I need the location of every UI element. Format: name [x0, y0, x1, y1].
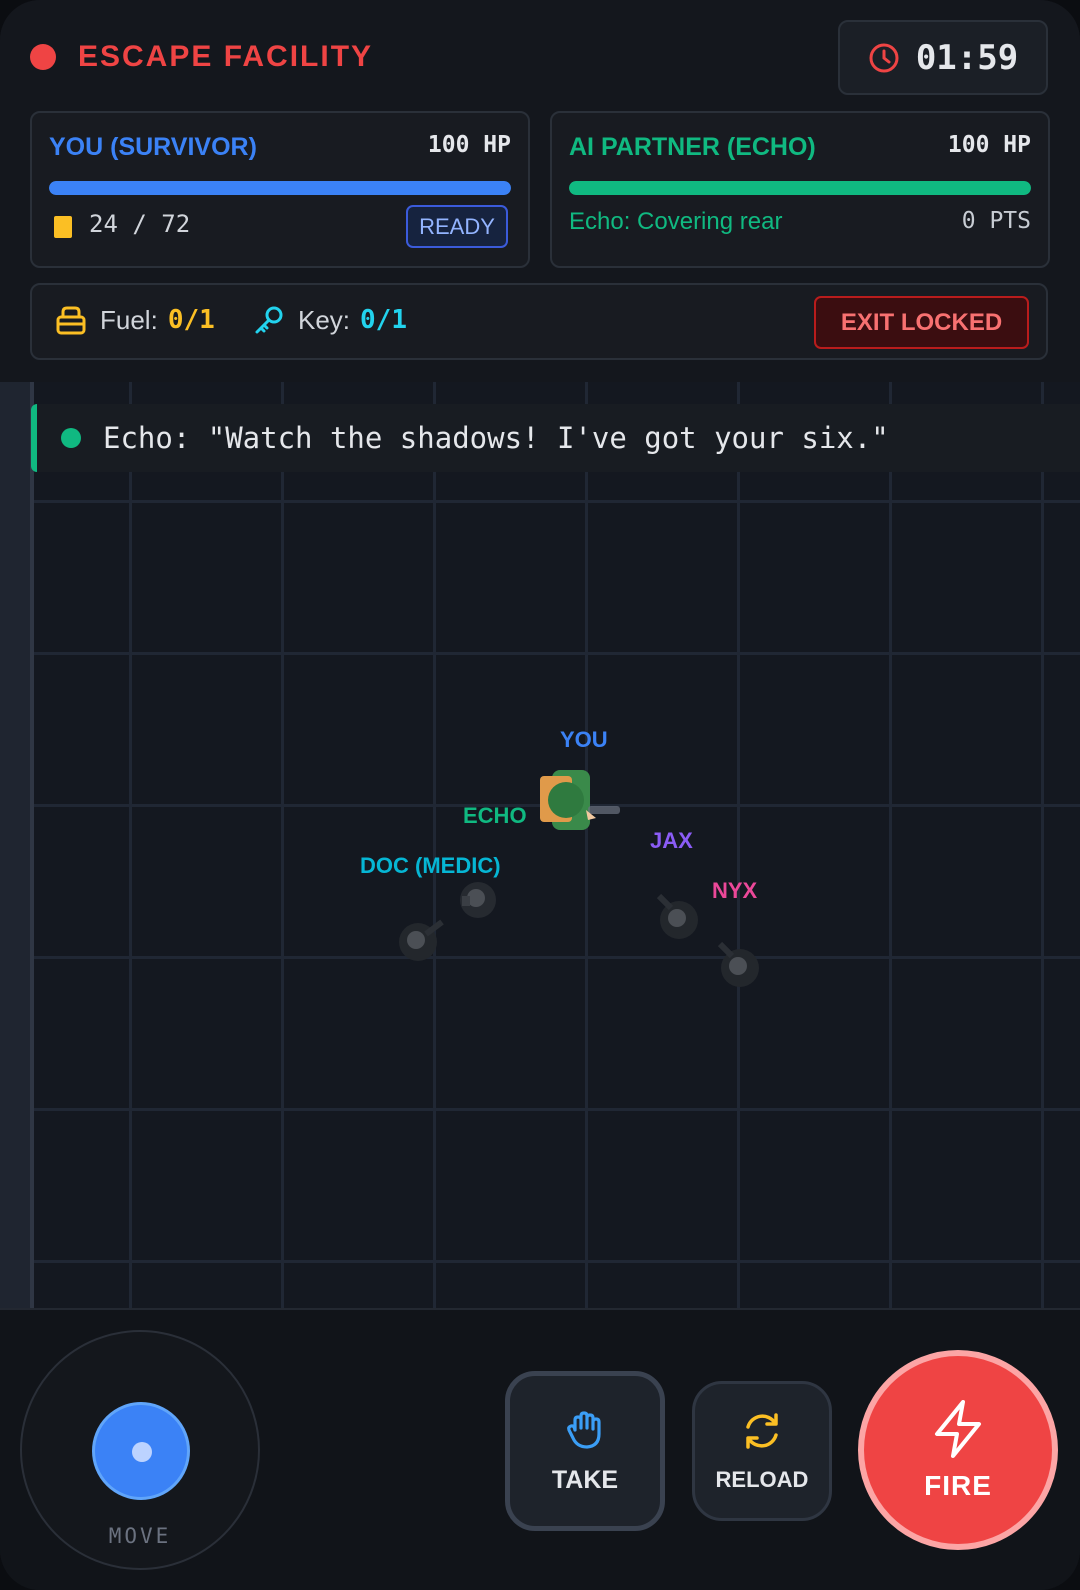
fuel-label: Fuel:	[100, 304, 158, 335]
partner-points: 0 PTS	[961, 208, 1031, 234]
joystick-core	[132, 1442, 152, 1462]
echo-tag: ECHO	[463, 803, 527, 828]
doc-medic-enemy	[399, 919, 444, 961]
game-arena[interactable]: Echo: "Watch the shadows! I've got your …	[0, 382, 1080, 1308]
ready-badge: READY	[406, 205, 508, 248]
player-card: YOU (SURVIVOR) 100 HP 24 / 72 READY	[30, 111, 530, 268]
mission-title: ESCAPE FACILITY	[78, 40, 374, 73]
timer-value: 01:59	[915, 37, 1019, 78]
partner-chat-bubble: Echo: "Watch the shadows! I've got your …	[31, 404, 1080, 472]
fire-button[interactable]: FIRE	[858, 1350, 1058, 1550]
move-joystick[interactable]: MOVE	[20, 1330, 260, 1570]
player-health-bar	[49, 181, 511, 195]
objectives-panel: Fuel: 0/1 Key: 0/1 EXIT LOCKED	[30, 283, 1048, 360]
ammo-count: 24 / 72	[89, 210, 191, 238]
timer-panel: 01:59	[838, 20, 1048, 95]
fuel-value: 0/1	[167, 305, 215, 335]
partner-hp: 100 HP	[947, 132, 1031, 158]
lightning-icon	[935, 1400, 981, 1458]
partner-name: AI PARTNER (ECHO)	[569, 133, 816, 161]
hand-icon	[567, 1410, 601, 1449]
chat-message: Echo: "Watch the shadows! I've got your …	[103, 421, 889, 455]
player-name: YOU (SURVIVOR)	[49, 133, 257, 161]
fuel-objective: Fuel: 0/1	[54, 303, 215, 337]
nyx-tag: NYX	[712, 878, 758, 903]
chat-status-dot	[61, 428, 81, 448]
move-label: MOVE	[108, 1524, 172, 1548]
player-tag: YOU	[560, 727, 608, 752]
partner-card: AI PARTNER (ECHO) 100 HP Echo: Covering …	[550, 111, 1050, 268]
key-label: Key:	[298, 304, 351, 335]
player-character	[540, 770, 620, 830]
player-hp: 100 HP	[427, 132, 511, 158]
take-button[interactable]: TAKE	[505, 1371, 665, 1531]
partner-health-fill	[569, 181, 1031, 195]
partner-status: Echo: Covering rear	[569, 208, 783, 235]
joystick-thumb[interactable]	[92, 1402, 190, 1500]
player-health-fill	[49, 181, 511, 195]
key-objective: Key: 0/1	[252, 303, 407, 337]
arena-wall	[0, 382, 34, 1308]
fire-label: FIRE	[924, 1470, 992, 1501]
take-label: TAKE	[551, 1465, 619, 1494]
control-bar: MOVE TAKE RELOAD FIRE	[0, 1308, 1080, 1590]
reload-button[interactable]: RELOAD	[692, 1381, 832, 1521]
exit-status-badge: EXIT LOCKED	[814, 296, 1029, 349]
key-value: 0/1	[360, 305, 407, 335]
hud-header: ESCAPE FACILITY 01:59 YOU (SURVIVOR) 100…	[0, 0, 1080, 384]
reload-icon	[746, 1413, 778, 1449]
nyx-enemy	[717, 941, 759, 987]
title-row: ESCAPE FACILITY	[30, 40, 373, 74]
game-screen: ESCAPE FACILITY 01:59 YOU (SURVIVOR) 100…	[0, 0, 1080, 1590]
jax-enemy	[656, 893, 698, 939]
clock-icon	[869, 43, 899, 72]
key-icon	[255, 306, 283, 334]
partner-health-bar	[569, 181, 1031, 195]
status-dot	[30, 44, 56, 70]
fuel-can-icon	[56, 306, 86, 335]
ammo-icon	[54, 216, 72, 238]
echo-partner	[460, 882, 496, 918]
jax-tag: JAX	[650, 828, 693, 853]
reload-label: RELOAD	[715, 1467, 809, 1492]
